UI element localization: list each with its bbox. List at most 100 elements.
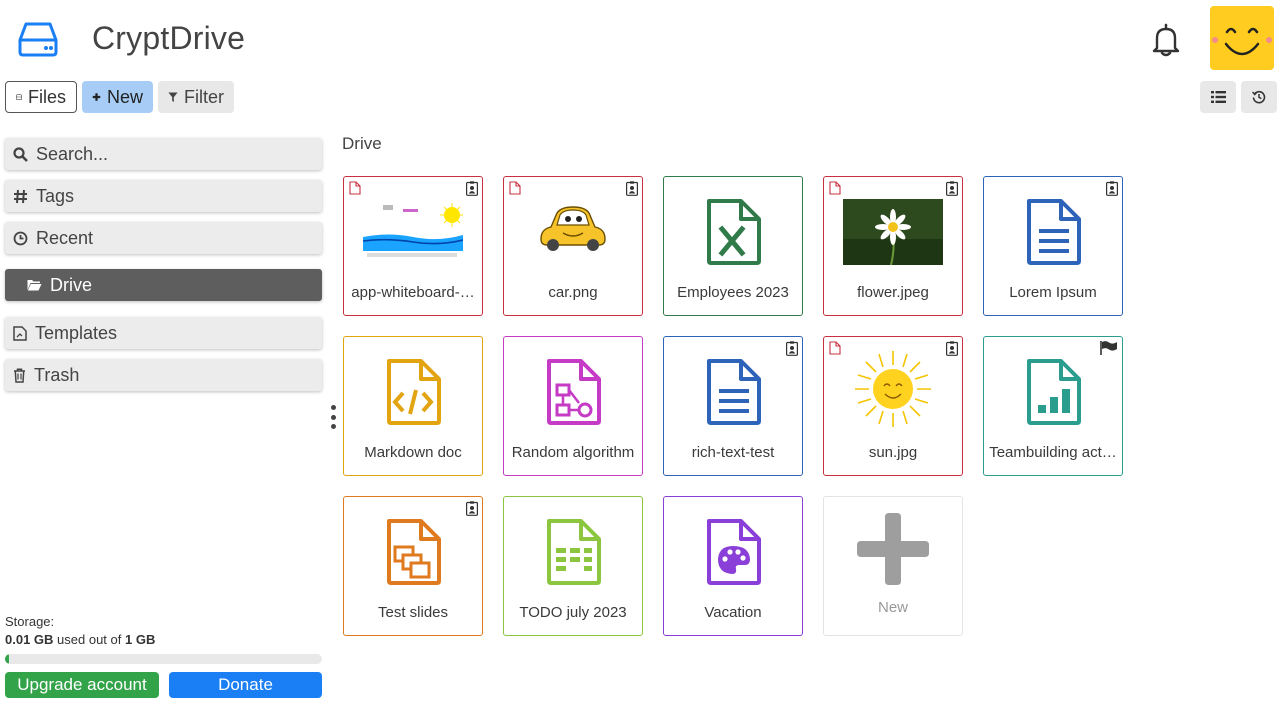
- filter-button[interactable]: Filter: [158, 81, 234, 113]
- trash-icon: [14, 367, 25, 383]
- file-name: Lorem Ipsum: [1009, 284, 1097, 301]
- history-button[interactable]: [1241, 81, 1277, 113]
- whiteboard-thumbnail: [363, 199, 463, 261]
- breadcrumb: Drive: [342, 134, 382, 153]
- hash-icon: [14, 189, 27, 203]
- file-icon: [829, 181, 841, 195]
- sidebar-item-label: Search...: [36, 143, 109, 164]
- files-button-label: Files: [27, 86, 66, 107]
- filter-button-label: Filter: [184, 86, 224, 107]
- file-icon: [829, 341, 841, 355]
- storage-usage-text: 0.01 GB used out of 1 GB: [5, 632, 155, 647]
- sidebar-item-recent[interactable]: Recent: [5, 222, 322, 254]
- file-name: Test slides: [377, 604, 449, 621]
- storage-progress-bar: [5, 654, 322, 664]
- file-tile-lorem-ipsum[interactable]: Lorem Ipsum: [983, 176, 1123, 316]
- sidebar-item-trash[interactable]: Trash: [5, 359, 322, 391]
- file-tile-flower-jpeg[interactable]: flower.jpeg: [823, 176, 963, 316]
- sidebar-item-label: Templates: [35, 322, 118, 343]
- storage-label: Storage:: [5, 614, 55, 629]
- owner-badge-icon: [946, 341, 958, 356]
- app-title: CryptDrive: [92, 20, 246, 56]
- file-tile-vacation[interactable]: Vacation: [663, 496, 803, 636]
- file-name: app-whiteboard-…: [351, 284, 475, 301]
- search-icon: [13, 146, 28, 162]
- top-bar: CryptDrive: [0, 0, 1280, 78]
- file-tile-test-slides[interactable]: Test slides: [343, 496, 483, 636]
- rich-text-document-icon: [1027, 199, 1081, 265]
- files-button[interactable]: Files: [5, 81, 77, 113]
- car-thumbnail: [540, 206, 606, 251]
- file-icon: [349, 181, 361, 195]
- file-name: sun.jpg: [868, 444, 918, 461]
- file-name: TODO july 2023: [519, 604, 627, 621]
- template-icon: [13, 325, 27, 341]
- file-tile-random-algorithm[interactable]: Random algorithm: [503, 336, 643, 476]
- drive-logo-icon[interactable]: [18, 20, 58, 58]
- new-tile-label: New: [877, 599, 908, 616]
- list-icon: [1210, 91, 1226, 103]
- sun-thumbnail: [855, 351, 931, 427]
- file-name: Markdown doc: [364, 444, 462, 461]
- sidebar-resize-handle[interactable]: [329, 405, 337, 429]
- flower-thumbnail: [843, 199, 943, 265]
- user-avatar[interactable]: [1210, 6, 1274, 70]
- file-tile-employees-2023[interactable]: Employees 2023: [663, 176, 803, 316]
- list-view-button[interactable]: [1200, 81, 1236, 113]
- file-name: flower.jpeg: [857, 284, 929, 301]
- diagram-document-icon: [547, 359, 601, 425]
- folder-open-icon: [27, 280, 42, 291]
- donate-button[interactable]: Donate: [169, 672, 322, 698]
- sidebar-item-tags[interactable]: Tags: [5, 180, 322, 212]
- file-name: Random algorithm: [511, 444, 635, 461]
- file-tile-app-whiteboard[interactable]: app-whiteboard-…: [343, 176, 483, 316]
- drive-icon: [16, 94, 22, 100]
- sidebar-item-label: Tags: [36, 185, 75, 206]
- file-name: rich-text-test: [691, 444, 775, 461]
- notifications-bell-icon[interactable]: [1150, 23, 1182, 57]
- sidebar-item-templates[interactable]: Templates: [5, 317, 322, 349]
- owner-badge-icon: [466, 181, 478, 196]
- new-file-tile[interactable]: New: [823, 496, 963, 636]
- upgrade-account-button[interactable]: Upgrade account: [5, 672, 159, 698]
- storage-used-separator: used out of: [53, 632, 125, 647]
- sidebar-item-label: Recent: [36, 227, 94, 248]
- file-tile-markdown-doc[interactable]: Markdown doc: [343, 336, 483, 476]
- storage-used: 0.01 GB: [5, 632, 54, 647]
- whiteboard-document-icon: [707, 519, 761, 585]
- owner-badge-icon: [946, 181, 958, 196]
- storage-total: 1 GB: [124, 632, 156, 647]
- new-button-label: New: [106, 86, 143, 107]
- code-document-icon: [387, 359, 441, 425]
- file-tile-car-png[interactable]: car.png: [503, 176, 643, 316]
- file-icon: [509, 181, 521, 195]
- new-button[interactable]: New: [82, 81, 153, 113]
- kanban-document-icon: [547, 519, 601, 585]
- owner-badge-icon: [626, 181, 638, 196]
- owner-badge-icon: [1106, 181, 1118, 196]
- file-name: Teambuilding act…: [989, 444, 1117, 461]
- file-tile-rich-text-test[interactable]: rich-text-test: [663, 336, 803, 476]
- rich-text-document-icon: [707, 359, 761, 425]
- flag-icon: [1100, 341, 1117, 355]
- sidebar-item-label: Trash: [34, 364, 80, 385]
- storage-progress-fill: [5, 654, 9, 664]
- file-tile-teambuilding[interactable]: Teambuilding act…: [983, 336, 1123, 476]
- sidebar-item-drive[interactable]: Drive: [5, 269, 322, 301]
- sidebar-item-search[interactable]: Search...: [5, 138, 322, 170]
- sidebar-item-label: Drive: [50, 274, 93, 295]
- clock-icon: [13, 231, 28, 245]
- slides-document-icon: [387, 519, 441, 585]
- file-name: car.png: [548, 284, 598, 301]
- file-tile-sun-jpg[interactable]: sun.jpg: [823, 336, 963, 476]
- history-icon: [1252, 90, 1266, 104]
- smiley-face-icon: [1212, 27, 1272, 56]
- form-document-icon: [1027, 359, 1081, 425]
- file-name: Vacation: [704, 604, 762, 621]
- plus-icon: [857, 513, 929, 585]
- spreadsheet-icon: [707, 199, 761, 265]
- owner-badge-icon: [466, 501, 478, 516]
- plus-icon: [92, 93, 101, 101]
- owner-badge-icon: [786, 341, 798, 356]
- file-tile-todo-july-2023[interactable]: TODO july 2023: [503, 496, 643, 636]
